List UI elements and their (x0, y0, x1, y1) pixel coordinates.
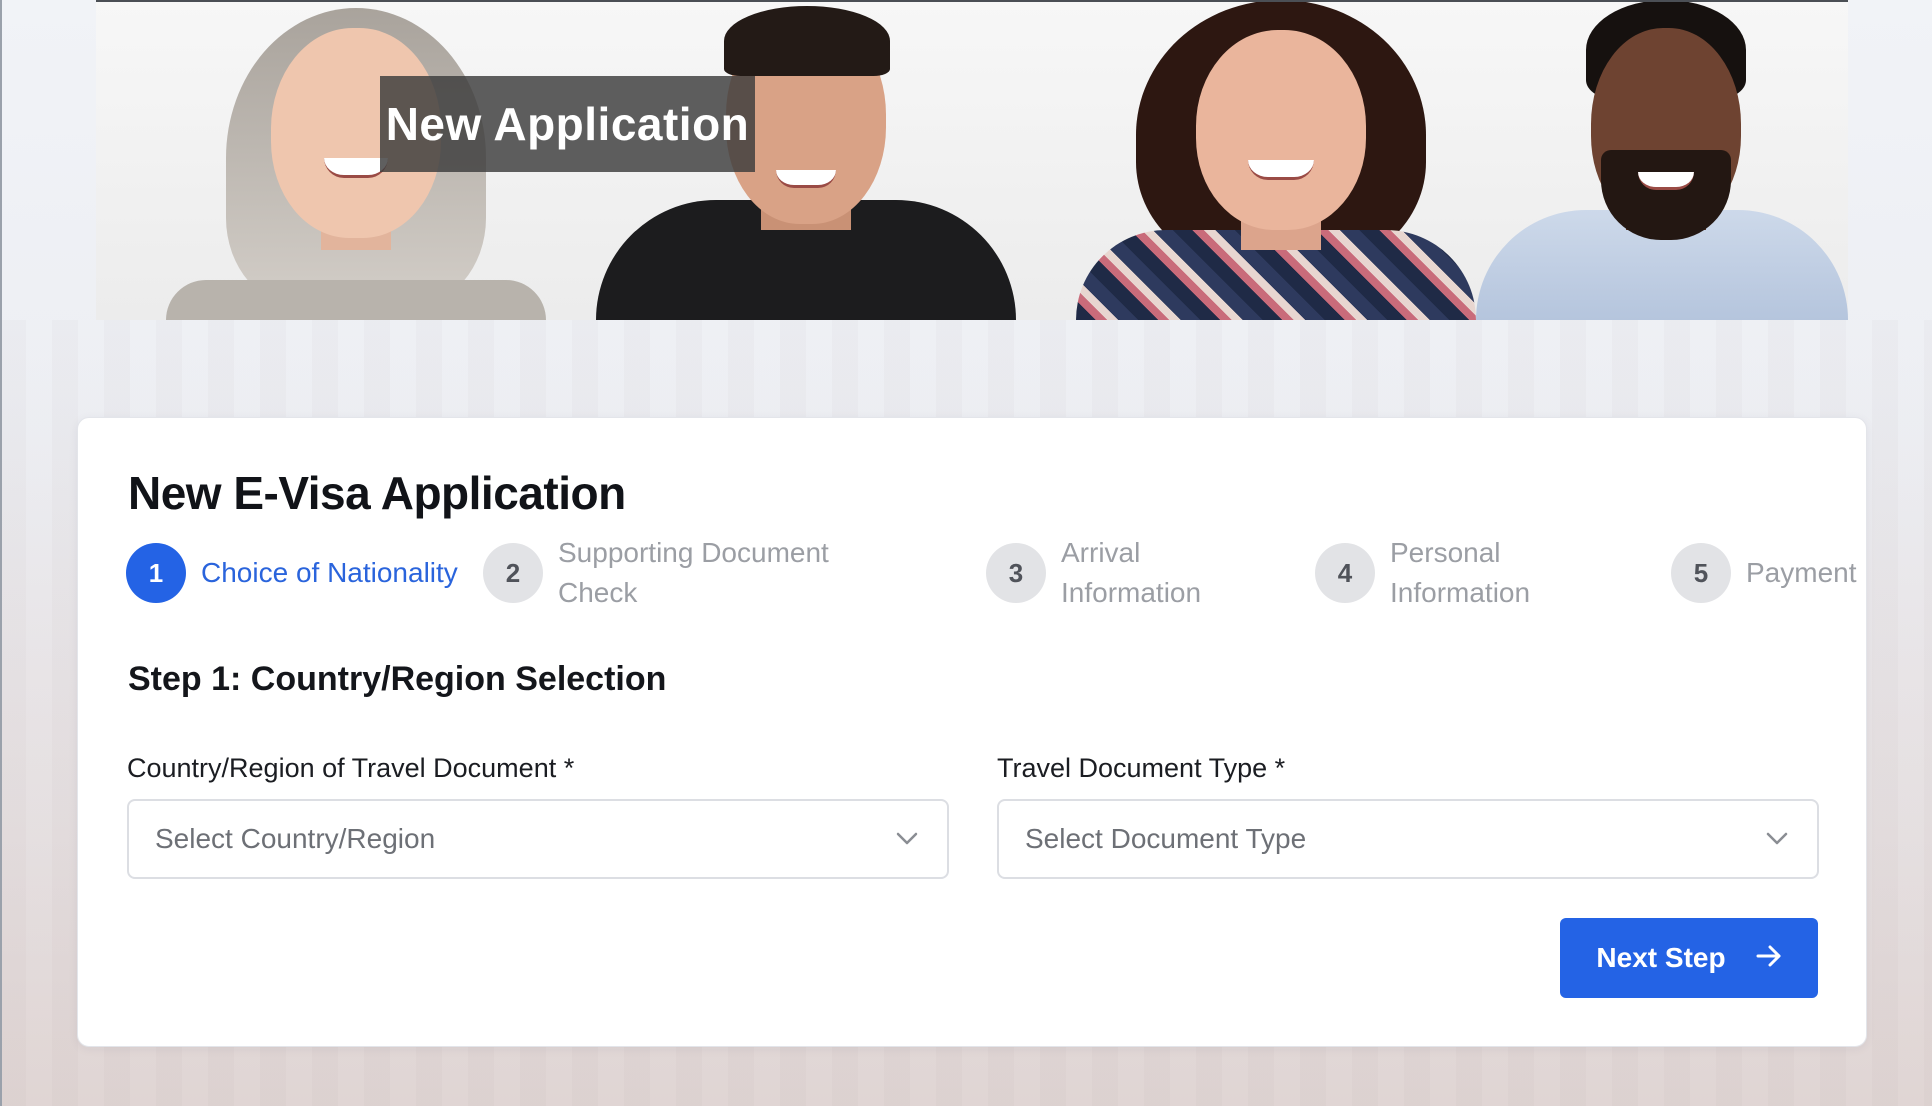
country-select-placeholder: Select Country/Region (155, 823, 436, 854)
step-label: Personal Information (1390, 537, 1531, 608)
window-edge (0, 0, 2, 1106)
step-supporting-document-check[interactable]: 2 Supporting Document Check (483, 528, 848, 618)
banner-title: New Application (380, 76, 755, 172)
step-payment[interactable]: 5 Payment (1671, 528, 1866, 618)
step-choice-of-nationality[interactable]: 1 Choice of Nationality (126, 528, 491, 618)
chevron-down-icon (1763, 825, 1791, 853)
next-step-label: Next Step (1596, 942, 1726, 973)
step-number-badge: 5 (1671, 543, 1731, 603)
document-type-field: Travel Document Type * Select Document T… (997, 753, 1819, 879)
step-personal-information[interactable]: 4 Personal Information (1315, 528, 1590, 618)
country-select[interactable]: Select Country/Region (127, 799, 949, 879)
document-type-select-placeholder: Select Document Type (1025, 823, 1307, 854)
section-title: Step 1: Country/Region Selection (128, 660, 667, 698)
country-field-label: Country/Region of Travel Document * (127, 753, 575, 783)
step-label: Arrival Information (1061, 537, 1202, 608)
banner-person-4 (1476, 2, 1848, 320)
application-form-card: New E-Visa Application 1 Choice of Natio… (77, 417, 1867, 1047)
hero-banner: New Application (96, 0, 1848, 320)
arrow-right-icon (1756, 942, 1782, 974)
step-label: Supporting Document Check (558, 537, 829, 608)
step-number-badge: 4 (1315, 543, 1375, 603)
banner-person-3 (1056, 2, 1496, 320)
document-type-field-label: Travel Document Type * (997, 753, 1286, 783)
country-field: Country/Region of Travel Document * Sele… (127, 753, 949, 879)
form-title: New E-Visa Application (128, 467, 626, 519)
progress-stepper: 1 Choice of Nationality 2 Supporting Doc… (126, 528, 1857, 618)
next-step-button[interactable]: Next Step (1560, 918, 1818, 998)
step-number-badge: 3 (986, 543, 1046, 603)
document-type-select[interactable]: Select Document Type (997, 799, 1819, 879)
step-number-badge: 2 (483, 543, 543, 603)
step-arrival-information[interactable]: 3 Arrival Information (986, 528, 1261, 618)
chevron-down-icon (893, 825, 921, 853)
step-number-badge: 1 (126, 543, 186, 603)
step-label: Payment (1746, 557, 1857, 588)
step-label: Choice of Nationality (201, 557, 458, 588)
